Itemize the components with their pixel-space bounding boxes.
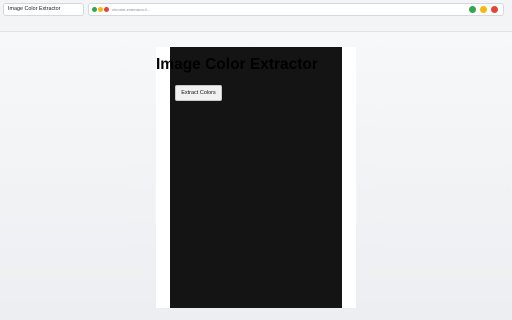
url-text[interactable]: chrome-extension://... [112, 4, 150, 15]
window-yellow-button[interactable] [480, 6, 487, 13]
page-title: Image Color Extractor [156, 56, 318, 73]
browser-toolbar: Image Color Extractor chrome-extension:/… [0, 0, 512, 32]
extension-page: Image Color Extractor Extract Colors [156, 47, 356, 308]
extract-colors-button[interactable]: Extract Colors [175, 85, 222, 101]
traffic-light-green-icon [92, 7, 97, 12]
traffic-light-yellow-icon [98, 7, 103, 12]
browser-tab[interactable]: Image Color Extractor [3, 3, 84, 16]
address-bar[interactable]: chrome-extension://... [88, 3, 504, 16]
window-green-button[interactable] [469, 6, 476, 13]
tab-title: Image Color Extractor [8, 6, 61, 12]
traffic-light-red-icon [104, 7, 109, 12]
window-red-button[interactable] [491, 6, 498, 13]
